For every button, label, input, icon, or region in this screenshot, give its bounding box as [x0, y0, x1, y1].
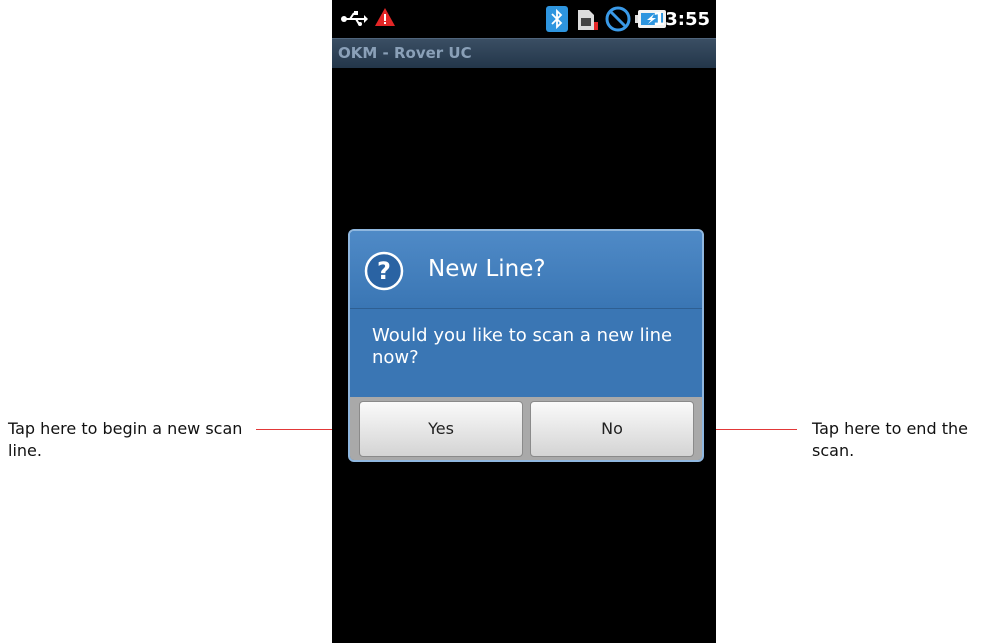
status-bar: 13:55 [332, 0, 716, 38]
yes-button[interactable]: Yes [359, 401, 523, 457]
phone-screen: 13:55 OKM - Rover UC ? New Line? Would y… [332, 0, 716, 643]
bluetooth-icon [546, 6, 568, 36]
status-time: 13:55 [652, 9, 710, 30]
svg-text:?: ? [377, 257, 391, 285]
no-signal-icon [604, 5, 632, 37]
annotation-yes: Tap here to begin a new scan line. [8, 419, 243, 460]
warning-icon [374, 7, 396, 31]
app-title-bar: OKM - Rover UC [332, 38, 716, 68]
annotation-no: Tap here to end the scan. [812, 419, 968, 460]
app-title: OKM - Rover UC [338, 44, 472, 62]
new-line-dialog: ? New Line? Would you like to scan a new… [348, 229, 704, 462]
usb-icon [340, 11, 368, 31]
dialog-header: ? New Line? [350, 231, 702, 309]
question-icon: ? [364, 251, 404, 291]
dialog-message: Would you like to scan a new line now? [372, 325, 673, 368]
dialog-title: New Line? [428, 256, 546, 282]
sim-icon [574, 8, 600, 36]
dialog-button-bar: Yes No [350, 397, 702, 460]
no-button[interactable]: No [530, 401, 694, 457]
